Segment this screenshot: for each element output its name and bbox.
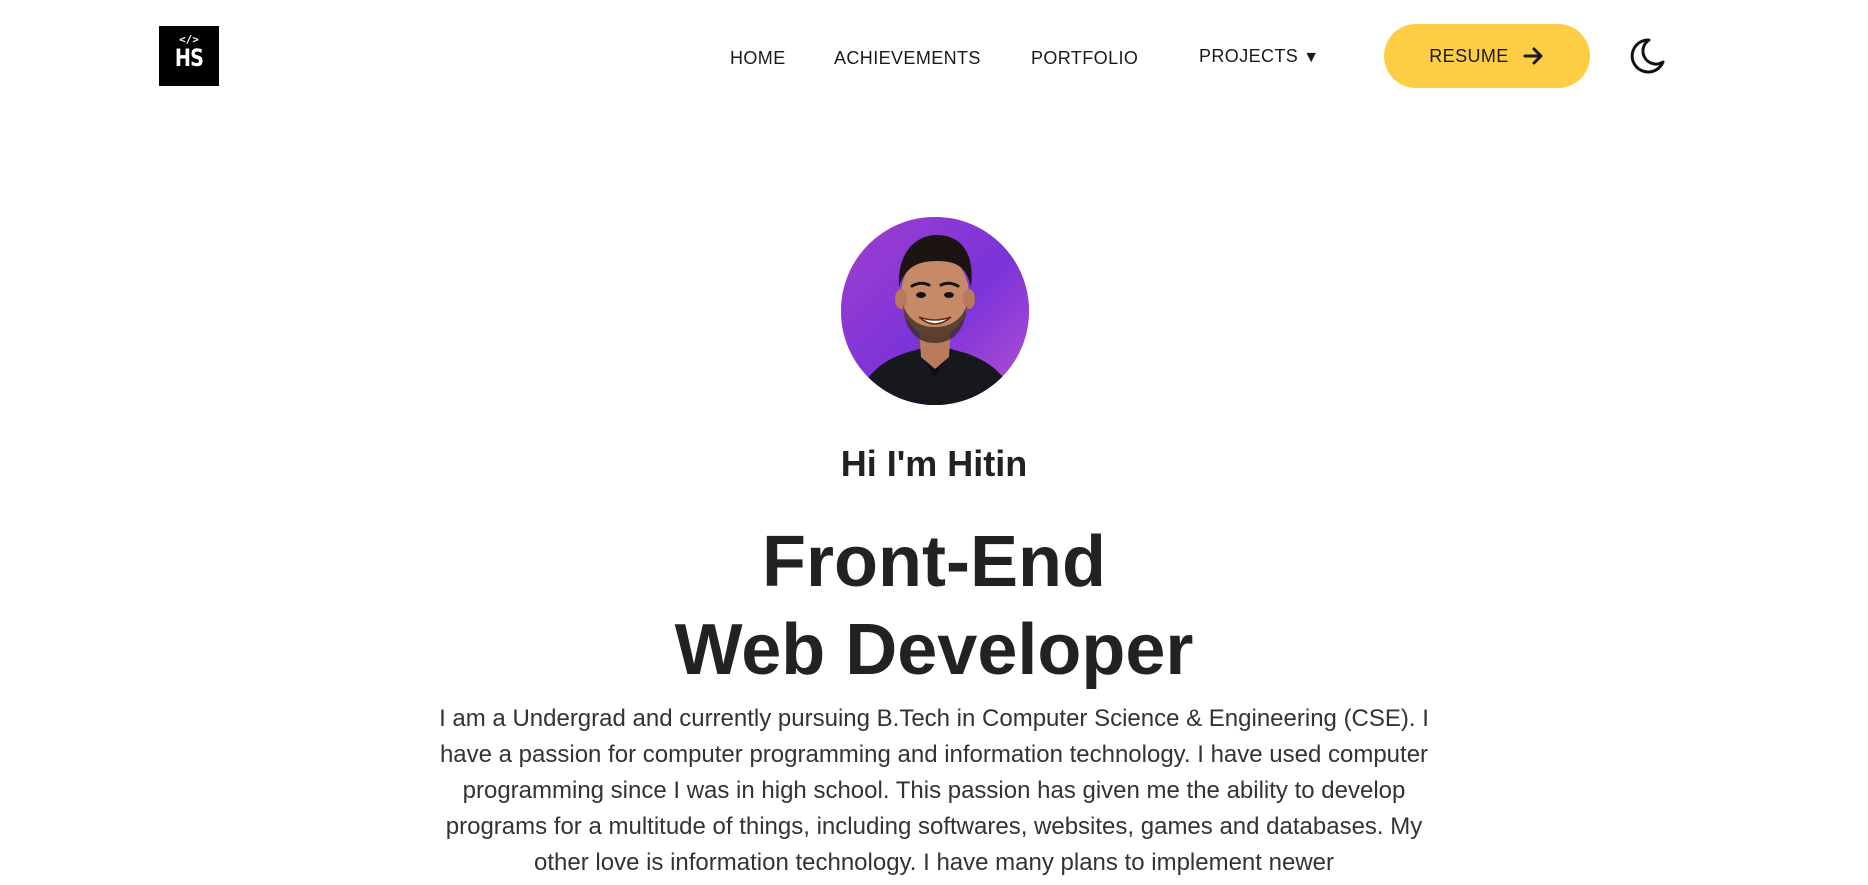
arrow-right-icon xyxy=(1523,47,1543,65)
hero-bio: I am a Undergrad and currently pursuing … xyxy=(439,705,1429,876)
caret-down-icon: ▼ xyxy=(1303,49,1320,66)
nav-home-link[interactable]: HOME xyxy=(730,47,786,69)
nav-projects-dropdown[interactable]: PROJECTS ▼ xyxy=(1199,45,1319,69)
nav-achievements-link[interactable]: ACHIEVEMENTS xyxy=(834,47,981,69)
hero-title: Front-End Web Developer xyxy=(0,518,1868,694)
hero-greeting: Hi I'm Hitin xyxy=(840,443,1028,484)
avatar xyxy=(841,217,1029,405)
logo[interactable]: </> HS xyxy=(159,26,219,86)
profile-photo xyxy=(841,217,1029,405)
resume-button-label: RESUME xyxy=(1429,45,1509,66)
moon-icon[interactable] xyxy=(1627,36,1667,76)
nav-portfolio-link[interactable]: PORTFOLIO xyxy=(1031,47,1138,69)
hero-title-line-1: Front-End xyxy=(762,522,1106,602)
hero-title-line-2: Web Developer xyxy=(674,610,1194,690)
resume-button[interactable]: RESUME xyxy=(1384,24,1590,88)
logo-initials: HS xyxy=(174,44,204,72)
nav-projects-label: PROJECTS xyxy=(1199,46,1299,66)
